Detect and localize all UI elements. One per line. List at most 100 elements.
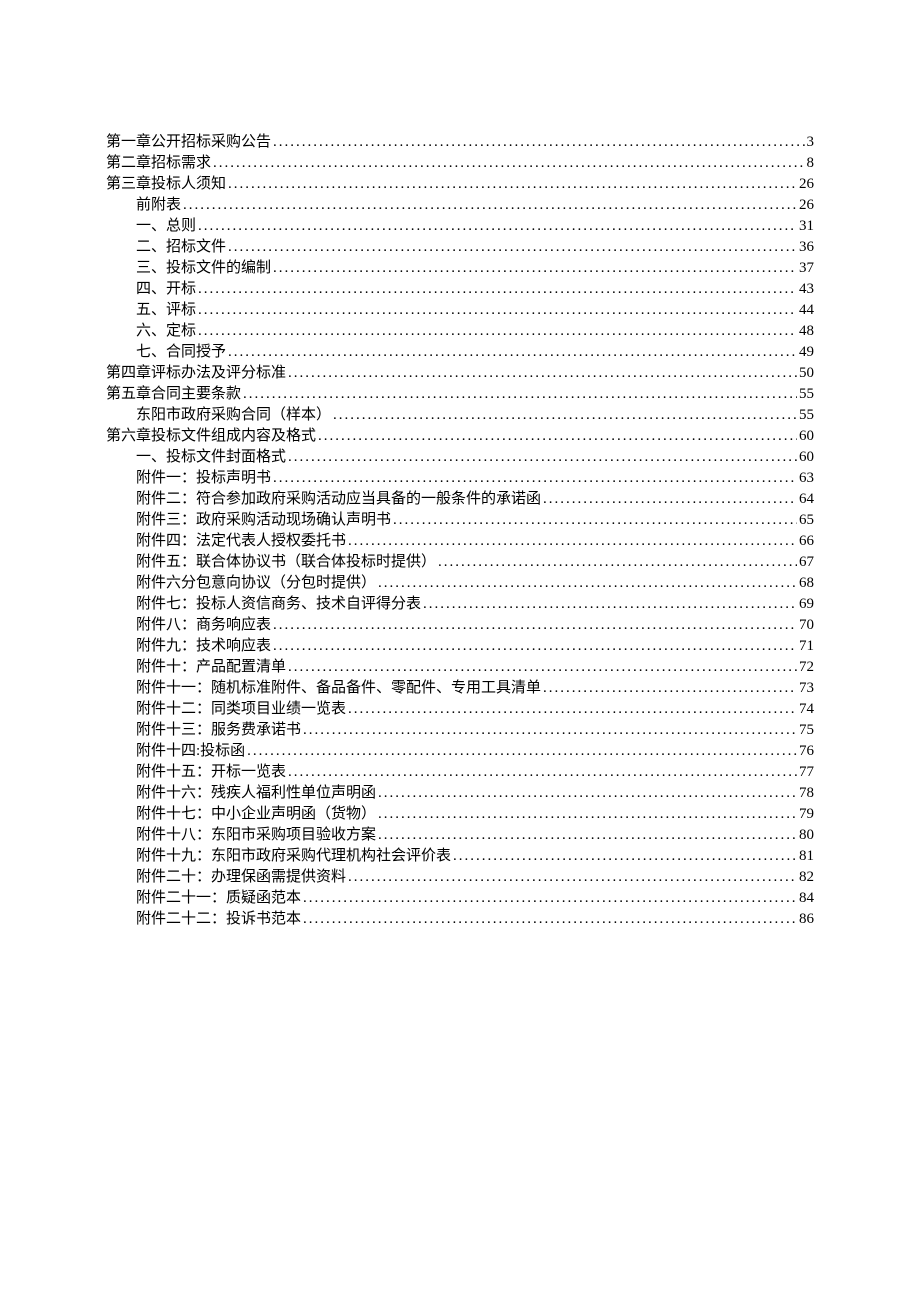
- toc-entry-label: 附件四：法定代表人授权委托书: [136, 531, 346, 552]
- toc-entry-label: 六、定标: [136, 321, 196, 342]
- toc-leader-dots: [198, 279, 797, 300]
- toc-leader-dots: [198, 300, 797, 321]
- toc-entry-page: 3: [807, 132, 815, 153]
- toc-entry-label: 第二章招标需求: [106, 153, 211, 174]
- toc-entry-page: 48: [799, 321, 814, 342]
- toc-entry: 第一章公开招标采购公告 3: [106, 132, 814, 153]
- toc-entry: 附件七：投标人资信商务、技术自评得分表69: [106, 594, 814, 615]
- toc-entry-page: 44: [799, 300, 814, 321]
- toc-entry: 附件二：符合参加政府采购活动应当具备的一般条件的承诺函 64: [106, 489, 814, 510]
- toc-entry-page: 84: [799, 888, 814, 909]
- toc-entry-page: 71: [799, 636, 814, 657]
- toc-entry-label: 前附表: [136, 195, 181, 216]
- toc-entry-page: 68: [799, 573, 814, 594]
- toc-entry-page: 64: [799, 489, 814, 510]
- toc-entry: 附件一：投标声明书63: [106, 468, 814, 489]
- toc-entry: 附件三：政府采购活动现场确认声明书65: [106, 510, 814, 531]
- toc-entry-label: 附件十二：同类项目业绩一览表: [136, 699, 346, 720]
- toc-entry: 附件二十一：质疑函范本 84: [106, 888, 814, 909]
- toc-entry-label: 四、开标: [136, 279, 196, 300]
- toc-leader-dots: [303, 888, 797, 909]
- toc-leader-dots: [378, 783, 797, 804]
- toc-entry: 附件十二：同类项目业绩一览表74: [106, 699, 814, 720]
- toc-entry-label: 附件十九：东阳市政府采购代理机构社会评价表: [136, 846, 451, 867]
- toc-entry-page: 49: [799, 342, 814, 363]
- toc-entry: 附件二十二：投诉书范本86: [106, 909, 814, 930]
- toc-entry-page: 67: [799, 552, 814, 573]
- toc-entry-page: 72: [799, 657, 814, 678]
- toc-entry-label: 第三章投标人须知: [106, 174, 226, 195]
- toc-entry-label: 第五章合同主要条款: [106, 384, 241, 405]
- toc-entry-page: 86: [799, 909, 814, 930]
- toc-entry-label: 附件二：符合参加政府采购活动应当具备的一般条件的承诺函: [136, 489, 541, 510]
- toc-entry-page: 60: [799, 426, 814, 447]
- toc-entry: 三、投标文件的编制 37: [106, 258, 814, 279]
- toc-leader-dots: [378, 804, 797, 825]
- toc-entry-label: 附件十五：开标一览表: [136, 762, 286, 783]
- toc-entry-page: 82: [799, 867, 814, 888]
- toc-leader-dots: [247, 741, 797, 762]
- toc-entry-page: 36: [799, 237, 814, 258]
- toc-entry-label: 第一章公开招标采购公告: [106, 132, 271, 153]
- toc-leader-dots: [348, 699, 797, 720]
- toc-entry-label: 东阳市政府采购合同（样本）: [136, 405, 331, 426]
- toc-leader-dots: [273, 258, 797, 279]
- toc-entry-page: 70: [799, 615, 814, 636]
- toc-entry: 附件十六：残疾人福利性单位声明函78: [106, 783, 814, 804]
- toc-entry-page: 31: [799, 216, 814, 237]
- toc-leader-dots: [438, 552, 797, 573]
- toc-entry: 附件十八：东阳市采购项目验收方案 80: [106, 825, 814, 846]
- toc-entry: 附件十一：随机标准附件、备品备件、零配件、专用工具清单73: [106, 678, 814, 699]
- toc-entry-page: 63: [799, 468, 814, 489]
- toc-leader-dots: [423, 594, 797, 615]
- toc-leader-dots: [378, 825, 797, 846]
- toc-entry-label: 附件二十一：质疑函范本: [136, 888, 301, 909]
- toc-leader-dots: [348, 531, 797, 552]
- toc-entry: 附件十：产品配置清单72: [106, 657, 814, 678]
- toc-leader-dots: [318, 426, 797, 447]
- toc-entry-label: 附件十八：东阳市采购项目验收方案: [136, 825, 376, 846]
- toc-entry: 附件十九：东阳市政府采购代理机构社会评价表81: [106, 846, 814, 867]
- toc-leader-dots: [453, 846, 797, 867]
- toc-entry-label: 第四章评标办法及评分标准: [106, 363, 286, 384]
- toc-entry-label: 三、投标文件的编制: [136, 258, 271, 279]
- toc-entry: 附件五：联合体协议书（联合体投标时提供） 67: [106, 552, 814, 573]
- toc-entry-label: 附件十七：中小企业声明函（货物）: [136, 804, 376, 825]
- toc-entry: 六、定标 48: [106, 321, 814, 342]
- toc-leader-dots: [183, 195, 797, 216]
- toc-entry-label: 附件二十：办理保函需提供资料: [136, 867, 346, 888]
- toc-entry-page: 50: [799, 363, 814, 384]
- toc-entry-page: 66: [799, 531, 814, 552]
- toc-entry: 附件十四:投标函76: [106, 741, 814, 762]
- toc-entry-page: 73: [799, 678, 814, 699]
- toc-entry-page: 69: [799, 594, 814, 615]
- toc-entry-label: 附件六分包意向协议（分包时提供）: [136, 573, 376, 594]
- toc-entry: 附件二十：办理保函需提供资料 82: [106, 867, 814, 888]
- toc-entry: 二、招标文件36: [106, 237, 814, 258]
- table-of-contents: 第一章公开招标采购公告3第二章招标需求8第三章投标人须知26前附表26一、总则3…: [106, 132, 814, 930]
- toc-leader-dots: [288, 363, 797, 384]
- toc-entry-label: 附件十四:投标函: [136, 741, 245, 762]
- toc-leader-dots: [288, 657, 797, 678]
- toc-leader-dots: [333, 405, 797, 426]
- toc-leader-dots: [273, 132, 804, 153]
- toc-leader-dots: [243, 384, 797, 405]
- toc-entry-page: 37: [799, 258, 814, 279]
- toc-entry: 一、总则31: [106, 216, 814, 237]
- toc-entry-label: 附件九：技术响应表: [136, 636, 271, 657]
- toc-entry: 附件四：法定代表人授权委托书 66: [106, 531, 814, 552]
- toc-entry: 附件九：技术响应表 71: [106, 636, 814, 657]
- toc-entry: 第四章评标办法及评分标准 50: [106, 363, 814, 384]
- toc-entry: 七、合同授予 49: [106, 342, 814, 363]
- toc-entry: 第六章投标文件组成内容及格式60: [106, 426, 814, 447]
- toc-entry-page: 26: [799, 195, 814, 216]
- toc-leader-dots: [228, 237, 797, 258]
- toc-leader-dots: [273, 468, 797, 489]
- toc-entry-label: 七、合同授予: [136, 342, 226, 363]
- toc-entry: 附件十七：中小企业声明函（货物）79: [106, 804, 814, 825]
- toc-entry: 五、评标44: [106, 300, 814, 321]
- toc-entry-page: 60: [799, 447, 814, 468]
- toc-entry-label: 附件五：联合体协议书（联合体投标时提供）: [136, 552, 436, 573]
- toc-entry-page: 80: [799, 825, 814, 846]
- toc-entry-page: 55: [799, 405, 814, 426]
